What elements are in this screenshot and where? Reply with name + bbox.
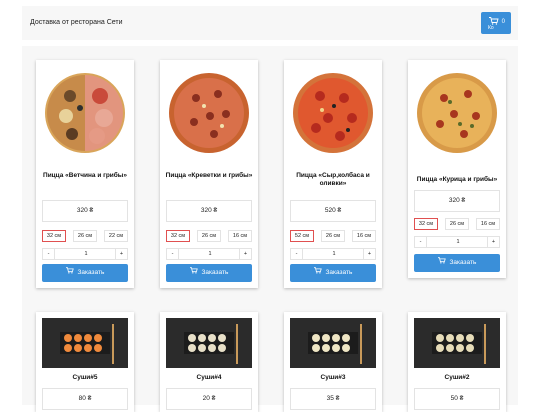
size-option[interactable]: 16 см: [352, 230, 376, 242]
order-label: Заказать: [201, 269, 229, 276]
quantity-stepper: - 1 +: [290, 248, 376, 260]
increment-button[interactable]: +: [239, 249, 251, 259]
size-option[interactable]: 26 см: [445, 218, 469, 230]
product-card: Пицца «Ветчина и грибы» 320 ₴ 32 см 26 с…: [36, 60, 134, 288]
product-price: 320 ₴: [42, 200, 128, 222]
product-price: 320 ₴: [414, 190, 500, 212]
product-price: 520 ₴: [290, 200, 376, 222]
size-selector: 32 см 26 см 22 см: [42, 230, 128, 242]
order-label: Заказать: [77, 269, 105, 276]
product-price: 50 ₴: [414, 388, 500, 410]
product-card: Суши#2 50 ₴: [408, 312, 506, 412]
cart-button[interactable]: Ко 0: [481, 12, 511, 34]
sushi-image: [290, 318, 376, 368]
quantity-value[interactable]: 1: [427, 237, 489, 247]
product-card: Пицца «Курица и грибы» 320 ₴ 32 см 26 см…: [408, 60, 506, 278]
size-selector: 32 см 26 см 16 см: [414, 218, 500, 230]
increment-button[interactable]: +: [115, 249, 127, 259]
product-grid: Пицца «Ветчина и грибы» 320 ₴ 32 см 26 с…: [22, 46, 518, 412]
cart-icon: [313, 267, 324, 276]
cart-icon: [65, 267, 76, 276]
increment-button[interactable]: +: [363, 249, 375, 259]
product-price: 20 ₴: [166, 388, 252, 410]
pizza-image: [166, 66, 252, 160]
product-card: Пицца «Сыр,колбаса и оливки» 520 ₴ 52 см…: [284, 60, 382, 288]
quantity-stepper: - 1 +: [42, 248, 128, 260]
size-option[interactable]: 22 см: [104, 230, 128, 242]
product-card: Пицца «Креветки и грибы» 320 ₴ 32 см 26 …: [160, 60, 258, 288]
order-button[interactable]: Заказать: [414, 254, 500, 272]
increment-button[interactable]: +: [487, 237, 499, 247]
order-button[interactable]: Заказать: [42, 264, 128, 282]
size-option[interactable]: 32 см: [42, 230, 66, 242]
product-card: Суши#4 20 ₴: [160, 312, 258, 412]
size-option[interactable]: 32 см: [166, 230, 190, 242]
size-option[interactable]: 16 см: [228, 230, 252, 242]
quantity-value[interactable]: 1: [55, 249, 117, 259]
order-label: Заказать: [449, 259, 477, 266]
sushi-image: [42, 318, 128, 368]
order-label: Заказать: [325, 269, 353, 276]
pizza-image: [42, 66, 128, 160]
size-selector: 52 см 26 см 16 см: [290, 230, 376, 242]
cart-icon: [437, 257, 448, 266]
sushi-image: [414, 318, 500, 368]
size-option[interactable]: 52 см: [290, 230, 314, 242]
product-name: Суши#5: [72, 374, 98, 381]
quantity-value[interactable]: 1: [303, 249, 365, 259]
quantity-value[interactable]: 1: [179, 249, 241, 259]
order-button[interactable]: Заказать: [166, 264, 252, 282]
decrement-button[interactable]: -: [291, 249, 303, 259]
size-option[interactable]: 26 см: [321, 230, 345, 242]
quantity-stepper: - 1 +: [414, 236, 500, 248]
size-option[interactable]: 16 см: [476, 218, 500, 230]
product-name: Суши#2: [444, 374, 470, 381]
product-name: Суши#3: [320, 374, 346, 381]
size-option[interactable]: 32 см: [414, 218, 438, 230]
order-button[interactable]: Заказать: [290, 264, 376, 282]
product-card: Суши#3 35 ₴: [284, 312, 382, 412]
site-header: Доставка от ресторана Сети Ко 0: [22, 6, 518, 40]
product-price: 80 ₴: [42, 388, 128, 410]
product-name: Пицца «Курица и грибы»: [416, 176, 498, 183]
size-selector: 32 см 26 см 16 см: [166, 230, 252, 242]
cart-label: Ко: [488, 25, 494, 31]
decrement-button[interactable]: -: [415, 237, 427, 247]
quantity-stepper: - 1 +: [166, 248, 252, 260]
size-option[interactable]: 26 см: [73, 230, 97, 242]
sushi-image: [166, 318, 252, 368]
size-option[interactable]: 26 см: [197, 230, 221, 242]
product-name: Пицца «Сыр,колбаса и оливки»: [296, 172, 370, 187]
cart-count: 0: [501, 19, 505, 25]
product-price: 35 ₴: [290, 388, 376, 410]
pizza-image: [290, 66, 376, 160]
product-name: Пицца «Ветчина и грибы»: [43, 172, 127, 179]
decrement-button[interactable]: -: [43, 249, 55, 259]
product-name: Пицца «Креветки и грибы»: [165, 172, 253, 179]
site-title: Доставка от ресторана Сети: [30, 19, 123, 26]
product-card: Суши#5 80 ₴: [36, 312, 134, 412]
cart-icon: [189, 267, 200, 276]
pizza-image: [414, 66, 500, 160]
product-price: 320 ₴: [166, 200, 252, 222]
product-name: Суши#4: [196, 374, 222, 381]
decrement-button[interactable]: -: [167, 249, 179, 259]
